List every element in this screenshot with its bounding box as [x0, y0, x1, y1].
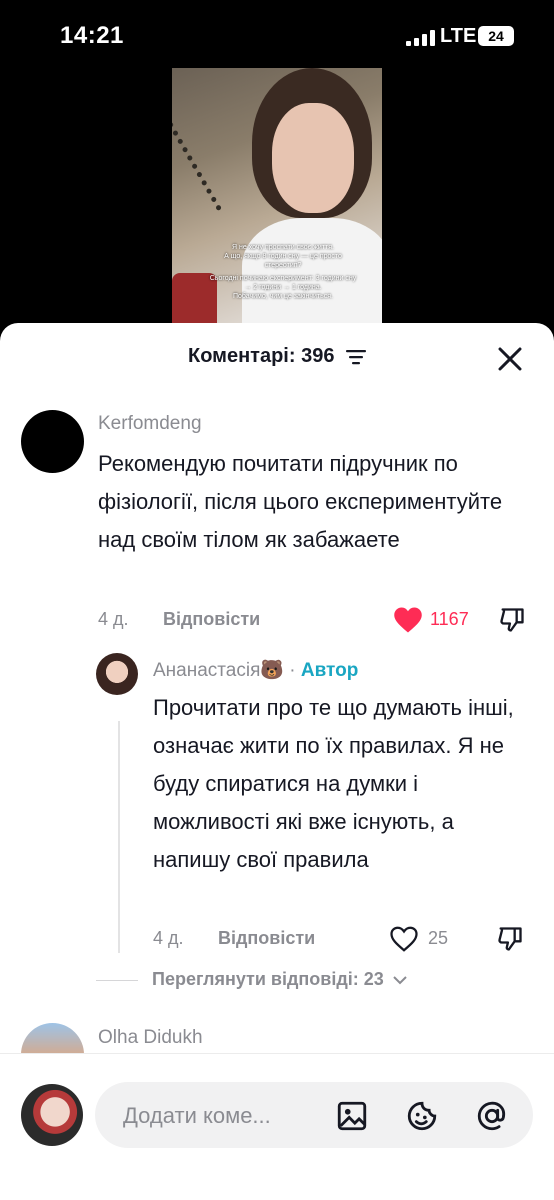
comment-username[interactable]: Kerfomdeng — [98, 413, 202, 435]
comment-input-placeholder[interactable]: Додати коме... — [123, 1103, 271, 1129]
caption-line: Сьогодні починаю експеримент: 3 години с… — [209, 275, 357, 291]
person-face — [272, 103, 354, 213]
comments-sheet: Коментарі: 396 Kerfomdeng Рекомендую поч… — [0, 323, 554, 1200]
reply-text: Прочитати про те що думають інші, означа… — [153, 695, 514, 872]
battery-icon: 24 — [478, 26, 514, 46]
mention-icon[interactable] — [475, 1099, 509, 1133]
author-avatar[interactable] — [96, 653, 138, 695]
divider — [96, 979, 138, 981]
view-replies-label[interactable]: Переглянути відповіді: 23 — [152, 969, 384, 989]
reply-username[interactable]: Ананастасія🐻 · Автор — [153, 658, 358, 682]
avatar[interactable] — [21, 410, 84, 473]
like-count: 1167 — [430, 609, 469, 629]
video-preview[interactable]: Я не хочу проспати своє життя. А що, якщ… — [172, 68, 382, 326]
heart-outline-icon[interactable] — [389, 925, 419, 953]
comment-username[interactable]: Olha Didukh — [98, 1027, 203, 1049]
thread-line — [118, 721, 120, 953]
comment-text: Рекомендую почитати підручник по фізіоло… — [98, 451, 503, 552]
caption-line: Побачимо, чим це закінчиться. — [233, 293, 333, 300]
dot-separator: · — [289, 660, 296, 681]
view-replies-button[interactable]: Переглянути відповіді: 23 — [96, 969, 407, 990]
caption-line: Я не хочу проспати своє життя. — [232, 244, 334, 251]
reply-button[interactable]: Відповісти — [163, 609, 260, 630]
close-icon[interactable] — [496, 345, 524, 373]
video-caption: Я не хочу проспати своє життя. А що, якщ… — [208, 243, 358, 301]
caption-line: А що, якщо 8 годин сну — це просто стере… — [224, 253, 342, 269]
comment-input[interactable]: Додати коме... — [95, 1082, 533, 1148]
dislike-icon[interactable] — [498, 606, 526, 634]
reply-button[interactable]: Відповісти — [218, 928, 315, 949]
status-time: 14:21 — [60, 22, 124, 49]
emoji-icon[interactable] — [405, 1099, 439, 1133]
author-badge: Автор — [300, 660, 359, 681]
reply-username-text[interactable]: Ананастасія🐻 — [153, 660, 284, 681]
network-label: LTE — [440, 25, 477, 47]
heart-filled-icon[interactable] — [393, 606, 423, 634]
dislike-icon[interactable] — [496, 925, 524, 953]
status-bar: 14:21 LTE 24 — [0, 0, 554, 70]
signal-icon — [406, 30, 435, 46]
sort-filter-icon[interactable] — [346, 349, 366, 365]
comments-header: Коментарі: 396 — [0, 345, 554, 368]
my-avatar[interactable] — [21, 1084, 83, 1146]
comment-composer: Додати коме... — [0, 1053, 554, 1200]
comment-age: 4 д. — [98, 609, 129, 629]
comments-title: Коментарі: 396 — [188, 345, 335, 367]
image-icon[interactable] — [335, 1099, 369, 1133]
reply-age: 4 д. — [153, 928, 184, 948]
reply-like-count: 25 — [428, 928, 449, 948]
chevron-down-icon — [393, 976, 407, 985]
